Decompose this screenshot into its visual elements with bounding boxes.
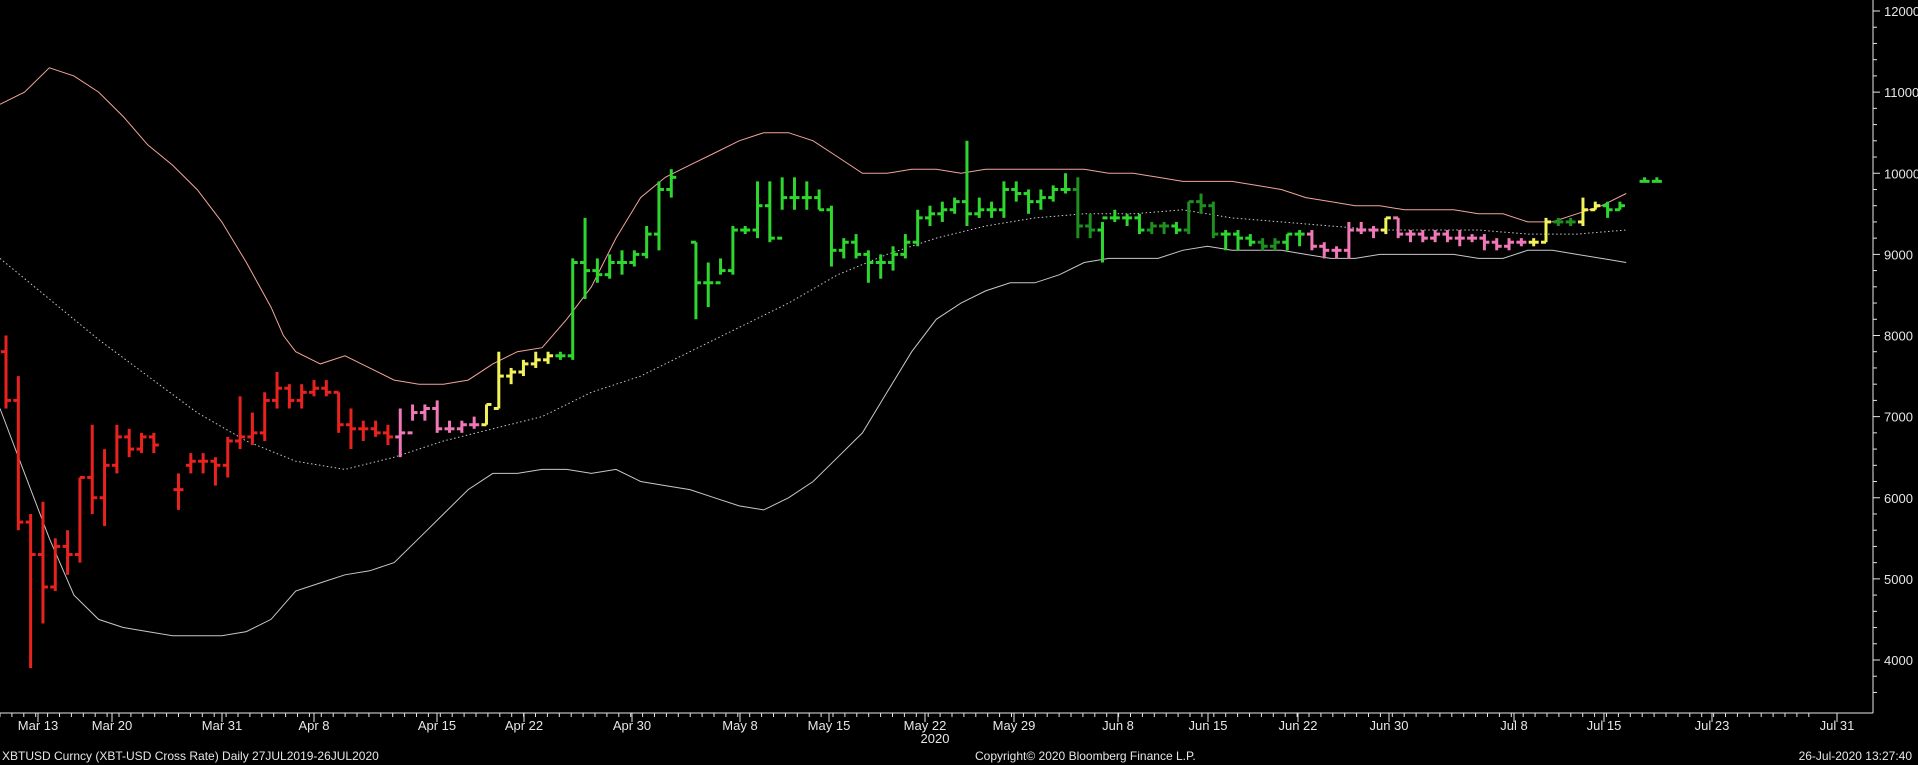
security-description: XBTUSD Curncy (XBT-USD Cross Rate) Daily…: [2, 749, 379, 763]
x-tick-label: Apr 30: [613, 718, 651, 733]
y-tick-label: 10000: [1884, 166, 1918, 181]
x-tick-label: Mar 13: [18, 718, 58, 733]
x-tick-label: Apr 22: [505, 718, 543, 733]
y-tick-label: 12000: [1884, 4, 1918, 19]
x-tick-label: May 15: [808, 718, 851, 733]
y-tick-label: 8000: [1884, 329, 1913, 344]
y-tick-label: 7000: [1884, 410, 1913, 425]
x-tick-label: May 8: [722, 718, 757, 733]
x-tick-label: Apr 8: [298, 718, 329, 733]
x-tick-label: Jul 8: [1500, 718, 1527, 733]
x-year-label: 2020: [921, 731, 950, 746]
x-tick-label: Jun 8: [1102, 718, 1134, 733]
y-tick-label: 5000: [1884, 572, 1913, 587]
x-tick-label: May 29: [993, 718, 1036, 733]
price-chart: 400050006000700080009000100001100012000 …: [0, 0, 1918, 765]
y-tick-label: 4000: [1884, 653, 1913, 668]
x-tick-label: Mar 31: [202, 718, 242, 733]
x-tick-label: Jul 31: [1820, 718, 1855, 733]
y-tick-label: 9000: [1884, 247, 1913, 262]
y-tick-label: 11000: [1884, 85, 1918, 100]
copyright-notice: Copyright© 2020 Bloomberg Finance L.P.: [975, 749, 1196, 763]
x-tick-label: Jun 15: [1188, 718, 1227, 733]
x-tick-label: Jul 23: [1695, 718, 1730, 733]
x-tick-label: Jun 30: [1369, 718, 1408, 733]
y-tick-label: 6000: [1884, 491, 1913, 506]
x-tick-label: Mar 20: [92, 718, 132, 733]
x-tick-label: Apr 15: [418, 718, 456, 733]
timestamp: 26-Jul-2020 13:27:40: [1798, 749, 1912, 763]
x-tick-label: Jul 15: [1587, 718, 1622, 733]
x-tick-label: Jun 22: [1278, 718, 1317, 733]
